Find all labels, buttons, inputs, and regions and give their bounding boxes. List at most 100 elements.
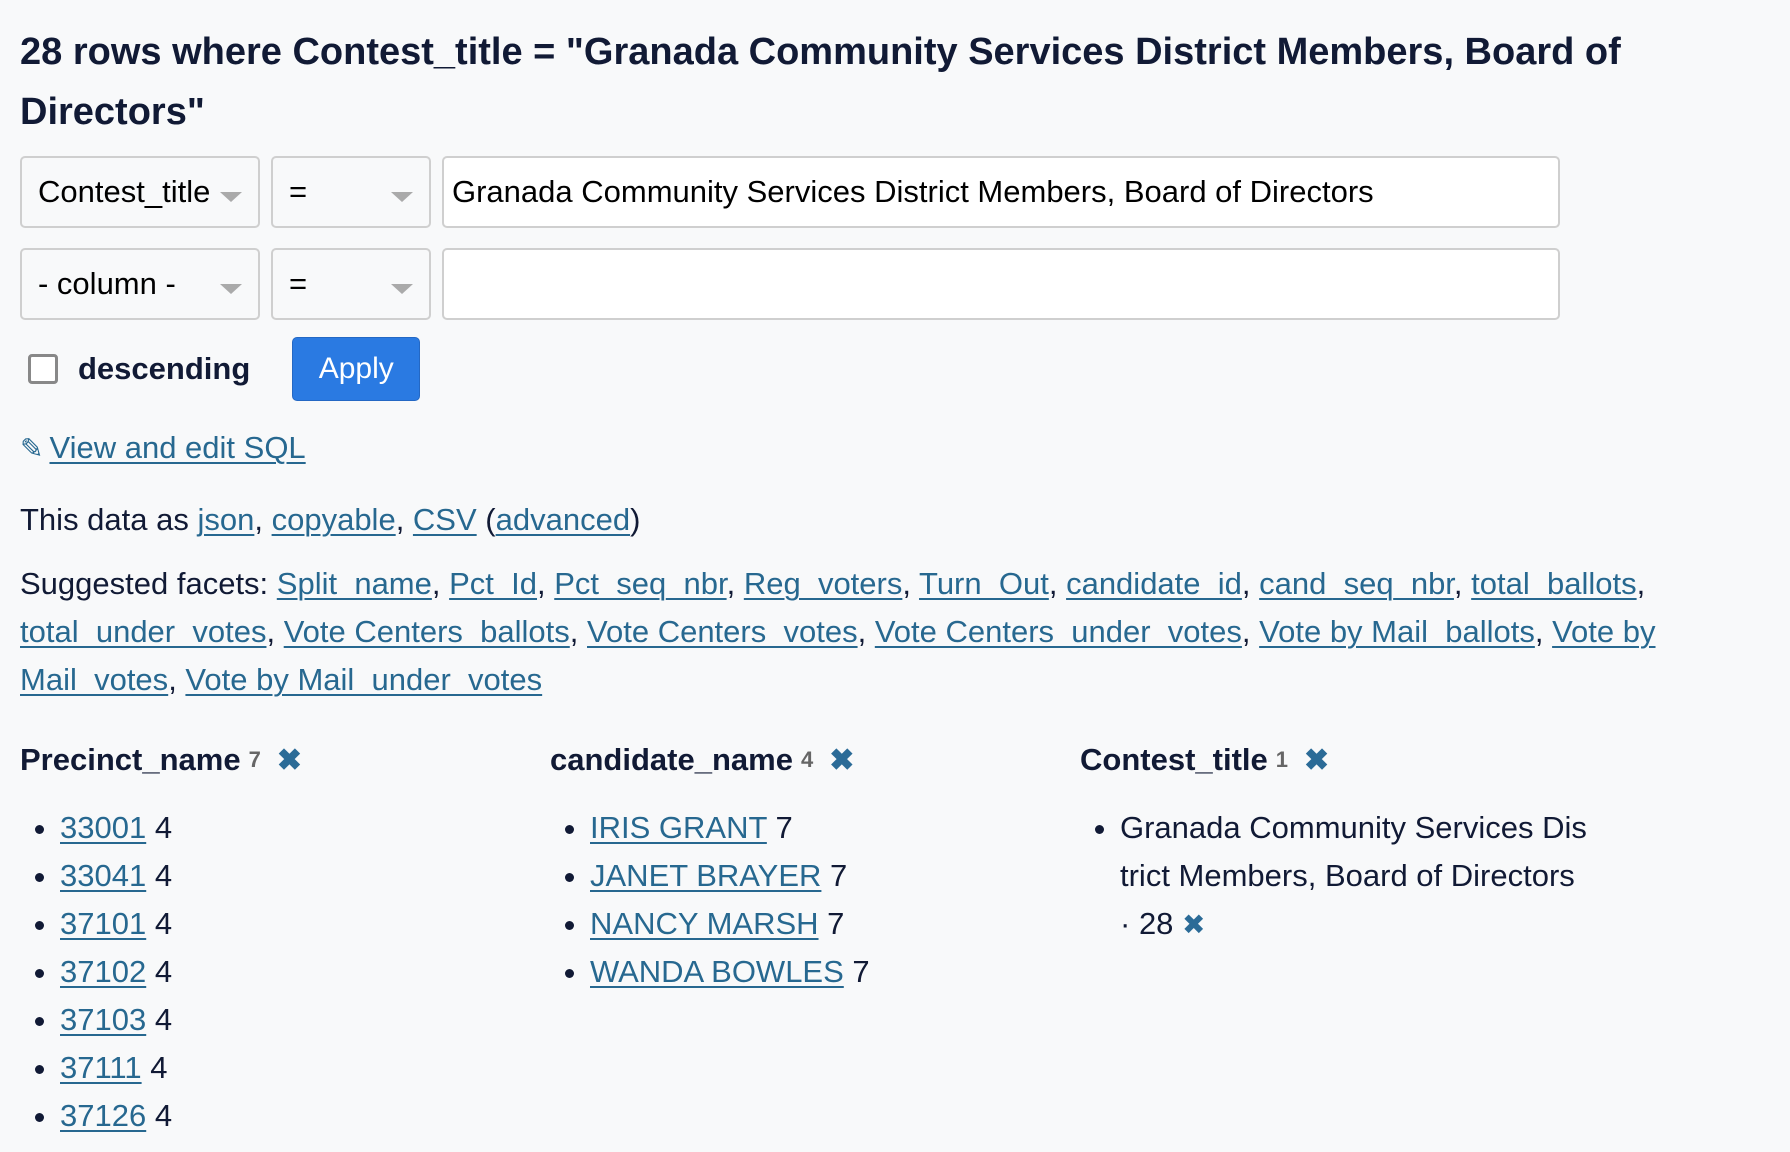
filter-column-value: - column - [38, 266, 176, 301]
facet-item-link[interactable]: 37103 [60, 1002, 146, 1037]
export-prefix: This data as [20, 502, 198, 537]
filter-column-select[interactable]: - column - [20, 248, 260, 320]
suggested-facet-link[interactable]: Vote Centers_ballots [284, 614, 570, 649]
chevron-down-icon [220, 192, 242, 202]
separator: , [1534, 614, 1553, 649]
page-title: 28 rows where Contest_title = "Granada C… [20, 31, 1621, 133]
separator: , [1241, 566, 1260, 601]
suggested-facet-link[interactable]: Vote Centers_under_votes [875, 614, 1242, 649]
facet-item-count: 4 [150, 1050, 168, 1085]
separator: , [726, 566, 744, 601]
suggested-facets: Suggested facets: Split_name, Pct_Id, Pc… [20, 560, 1740, 704]
facet-item-count: 4 [154, 810, 173, 845]
facet-item-count: 7 [827, 906, 845, 941]
facet-count: 4 [800, 747, 814, 772]
suggested-facets-label: Suggested facets: [20, 566, 277, 601]
facet-item: IRIS GRANT 7 [590, 804, 1080, 852]
facet-item: 37126 4 [60, 1092, 550, 1140]
remove-facet-icon[interactable]: ✖ [1304, 743, 1329, 778]
facet-item-link[interactable]: JANET BRAYER [590, 858, 821, 893]
filter-row-1: Contest_title = [20, 156, 1770, 228]
pencil-icon: ✎ [20, 433, 44, 464]
facet-item-count: 7 [830, 858, 848, 893]
json-link[interactable]: json [197, 502, 254, 537]
facet-count: 1 [1275, 747, 1288, 772]
separator: , [569, 614, 588, 649]
suggested-facet-link[interactable]: cand_seq_nbr [1259, 566, 1454, 601]
view-edit-sql-link[interactable]: View and edit SQL [49, 430, 305, 465]
export-links: This data as json, copyable, CSV (advanc… [20, 502, 641, 537]
suggested-facet-link[interactable]: Vote by Mail_under_votes [185, 662, 542, 697]
suggested-facet-link[interactable]: Turn_Out [919, 566, 1049, 601]
chevron-down-icon [391, 284, 413, 294]
suggested-facet-link[interactable]: Vote by Mail_ballots [1259, 614, 1535, 649]
separator: , [266, 614, 284, 649]
facet-precinct-name: Precinct_name 7 ✖ 33001 4 33041 4 37101 … [20, 734, 550, 1140]
suggested-facet-link[interactable]: Reg_voters [744, 566, 903, 601]
separator: , [168, 662, 186, 697]
facet-item-link[interactable]: 37102 [60, 954, 146, 989]
facet-item-count: 7 [775, 810, 793, 845]
facet-item: 33001 4 [60, 804, 550, 852]
filter-operator-select[interactable]: = [271, 248, 431, 320]
suggested-facet-link[interactable]: Pct_Id [449, 566, 537, 601]
facet-item-link[interactable]: 37126 [60, 1098, 146, 1133]
facet-title: Contest_title [1080, 742, 1268, 777]
facet-list: 33001 4 33041 4 37101 4 37102 4 37103 4 … [20, 804, 550, 1140]
facet-item: 37103 4 [60, 996, 550, 1044]
facet-item: JANET BRAYER 7 [590, 852, 1080, 900]
facet-item: 33041 4 [60, 852, 550, 900]
facet-contest-title: Contest_title 1 ✖ Granada Community Serv… [1080, 734, 1610, 1140]
facet-item-link[interactable]: NANCY MARSH [590, 906, 819, 941]
facet-item-link[interactable]: 33001 [60, 810, 146, 845]
descending-checkbox[interactable] [28, 354, 58, 384]
filter-row-2: - column - = [20, 248, 1770, 320]
facet-item-link[interactable]: IRIS GRANT [590, 810, 767, 845]
descending-label: descending [78, 351, 251, 386]
facet-item: WANDA BOWLES 7 [590, 948, 1080, 996]
facet-item-link[interactable]: 33041 [60, 858, 146, 893]
suggested-facet-link[interactable]: Vote Centers_votes [587, 614, 858, 649]
csv-link[interactable]: CSV [413, 502, 477, 537]
facet-item-link[interactable]: WANDA BOWLES [590, 954, 844, 989]
facet-item-count: 7 [852, 954, 870, 989]
filter-value-input[interactable] [442, 248, 1560, 320]
facet-item-count: 4 [154, 1098, 173, 1133]
separator: , [1048, 566, 1067, 601]
suggested-facet-link[interactable]: candidate_id [1066, 566, 1242, 601]
filter-value-input[interactable] [442, 156, 1560, 228]
remove-facet-icon[interactable]: ✖ [829, 743, 854, 778]
separator: , [431, 566, 450, 601]
suggested-facet-link[interactable]: Pct_seq_nbr [554, 566, 726, 601]
sort-controls: descending Apply [20, 337, 1770, 401]
facet-item: 37111 4 [60, 1044, 550, 1092]
remove-facet-icon[interactable]: ✖ [277, 743, 302, 778]
facet-results: Precinct_name 7 ✖ 33001 4 33041 4 37101 … [20, 734, 1770, 1140]
chevron-down-icon [391, 192, 413, 202]
facet-item-link[interactable]: 37101 [60, 906, 146, 941]
filter-column-select[interactable]: Contest_title [20, 156, 260, 228]
filter-operator-value: = [289, 174, 308, 209]
filter-operator-select[interactable]: = [271, 156, 431, 228]
facet-list: Granada Community Services District Memb… [1080, 804, 1610, 949]
facet-item-count: 4 [154, 1002, 173, 1037]
separator: , [902, 566, 920, 601]
suggested-facet-link[interactable]: total_ballots [1471, 566, 1636, 601]
advanced-link[interactable]: advanced [496, 502, 630, 537]
filter-operator-value: = [289, 266, 308, 301]
facet-title: Precinct_name [20, 742, 241, 777]
facet-item-count: 4 [154, 954, 173, 989]
filter-column-value: Contest_title [38, 174, 211, 209]
facet-title: candidate_name [550, 742, 793, 777]
suggested-facet-link[interactable]: Split_name [277, 566, 432, 601]
apply-button[interactable]: Apply [292, 337, 421, 401]
facet-count: 7 [248, 747, 261, 772]
suggested-facet-link[interactable]: total_under_votes [20, 614, 266, 649]
page: 28 rows where Contest_title = "Granada C… [0, 0, 1790, 1140]
separator: , [1453, 566, 1472, 601]
facet-item-value: Granada Community Services District Memb… [1120, 810, 1587, 893]
facet-item-link[interactable]: 37111 [60, 1050, 142, 1085]
facet-item: NANCY MARSH 7 [590, 900, 1080, 948]
copyable-link[interactable]: copyable [272, 502, 396, 537]
remove-selection-icon[interactable]: ✖ [1182, 909, 1205, 940]
